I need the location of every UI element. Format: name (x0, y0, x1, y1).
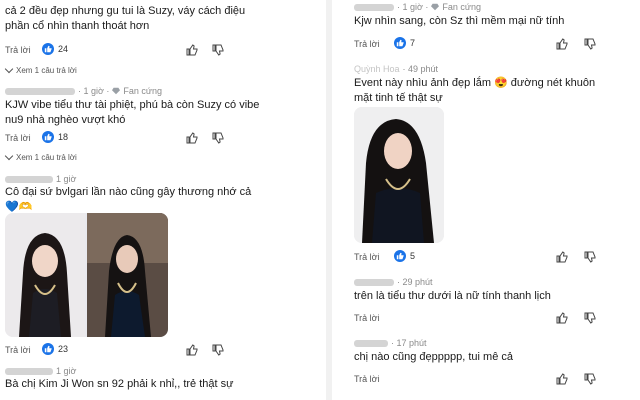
comment-text: KJW vibe tiểu thư tài phiệt, phú bà còn … (5, 99, 260, 126)
comment-text: Cô đại sứ bvlgari lần nào cũng gây thươn… (5, 186, 252, 213)
view-replies-link[interactable]: Xem 1 câu trả lời (4, 151, 77, 162)
diamond-icon (112, 87, 121, 95)
thumbs-down-icon[interactable] (212, 44, 224, 56)
chevron-down-icon (4, 151, 14, 161)
thumbs-up-icon[interactable] (556, 373, 568, 385)
photo-portrait (354, 107, 444, 243)
comment-2: · 1 giờ · Fan cứng KJW vibe tiểu thư tài… (0, 84, 322, 166)
comment-meta: · 1 giờ · Fan cứng (5, 86, 162, 96)
reply-button[interactable]: Trả lời (5, 345, 31, 355)
comment-meta: 1 giờ (5, 174, 76, 184)
thumbs-down-icon[interactable] (584, 312, 596, 324)
thumbs-down-icon[interactable] (584, 373, 596, 385)
like-icon (394, 37, 406, 49)
thumbs-up-icon[interactable] (186, 132, 198, 144)
thumbs-down-icon[interactable] (212, 344, 224, 356)
like-count-badge: 7 (394, 37, 415, 49)
like-icon (394, 250, 406, 262)
comment-photo[interactable] (354, 107, 444, 243)
chevron-down-icon (4, 64, 14, 74)
avatar (5, 367, 53, 375)
comment-text: Kjw nhìn sang, còn Sz thì mềm mại nữ tín… (354, 15, 565, 27)
column-divider (326, 0, 332, 400)
like-count-badge: 24 (42, 43, 68, 55)
avatar (5, 175, 53, 183)
comment-meta: Quỳnh Hoa · 49 phút (354, 64, 439, 74)
comment-text: cả 2 đều đẹp nhưng gu tui là Suzy, váy c… (5, 5, 246, 32)
diamond-icon (431, 3, 440, 11)
comment-text: trên là tiểu thư dưới là nữ tính thanh l… (354, 290, 551, 302)
comment-r2: Quỳnh Hoa · 49 phút Event này nhìu ảnh đ… (336, 62, 640, 268)
thumbs-down-icon[interactable] (212, 132, 224, 144)
thumbs-up-icon[interactable] (556, 251, 568, 263)
comments-column-right: · 1 giờ · Fan cứng Kjw nhìn sang, còn Sz… (336, 0, 640, 400)
reply-button[interactable]: Trả lời (5, 133, 31, 143)
thumbs-down-icon[interactable] (584, 251, 596, 263)
reply-button[interactable]: Trả lời (354, 313, 380, 323)
like-count-badge: 23 (42, 343, 68, 355)
reply-button[interactable]: Trả lời (354, 374, 380, 384)
comment-r1: · 1 giờ · Fan cứng Kjw nhìn sang, còn Sz… (336, 0, 640, 56)
thumbs-up-icon[interactable] (186, 344, 198, 356)
comment-r3: · 29 phút trên là tiểu thư dưới là nữ tí… (336, 275, 640, 327)
reply-button[interactable]: Trả lời (354, 252, 380, 262)
comments-column-left: cả 2 đều đẹp nhưng gu tui là Suzy, váy c… (0, 0, 322, 400)
reply-button[interactable]: Trả lời (354, 39, 380, 49)
comment-meta: · 17 phút (354, 338, 427, 348)
thumbs-up-icon[interactable] (556, 38, 568, 50)
like-count-badge: 5 (394, 250, 415, 262)
like-count-badge: 18 (42, 131, 68, 143)
like-icon (42, 343, 54, 355)
comment-text: Bà chị Kim Ji Won sn 92 phải k nhỉ,, trẻ… (5, 378, 234, 390)
thumbs-up-icon[interactable] (556, 312, 568, 324)
comment-meta: · 1 giờ · Fan cứng (354, 2, 481, 12)
avatar (354, 339, 388, 347)
avatar (354, 278, 394, 286)
like-icon (42, 43, 54, 55)
comment-meta: · 29 phút (354, 277, 433, 287)
avatar (5, 87, 75, 95)
thumbs-up-icon[interactable] (186, 44, 198, 56)
thumbs-down-icon[interactable] (584, 38, 596, 50)
avatar (354, 3, 394, 11)
view-replies-link[interactable]: Xem 1 câu trả lời (4, 64, 77, 75)
comment-text: Event này nhìu ảnh đẹp lắm 😍 đường nét k… (354, 77, 596, 104)
comment-text: chị nào cũng đẹppppp, tui mê cả (354, 351, 514, 363)
comment-4: 1 giờ Bà chị Kim Ji Won sn 92 phải k nhỉ… (0, 366, 322, 400)
like-icon (42, 131, 54, 143)
comment-1: cả 2 đều đẹp nhưng gu tui là Suzy, váy c… (0, 0, 322, 80)
comment-r4: · 17 phút chị nào cũng đẹppppp, tui mê c… (336, 336, 640, 396)
reply-button[interactable]: Trả lời (5, 45, 31, 55)
comment-photo[interactable] (5, 213, 168, 337)
photo-left-right-pair (5, 213, 168, 337)
comment-meta: 1 giờ (5, 366, 76, 376)
comment-3: 1 giờ Cô đại sứ bvlgari lần nào cũng gây… (0, 172, 322, 362)
commenter-name: Quỳnh Hoa (354, 64, 400, 74)
